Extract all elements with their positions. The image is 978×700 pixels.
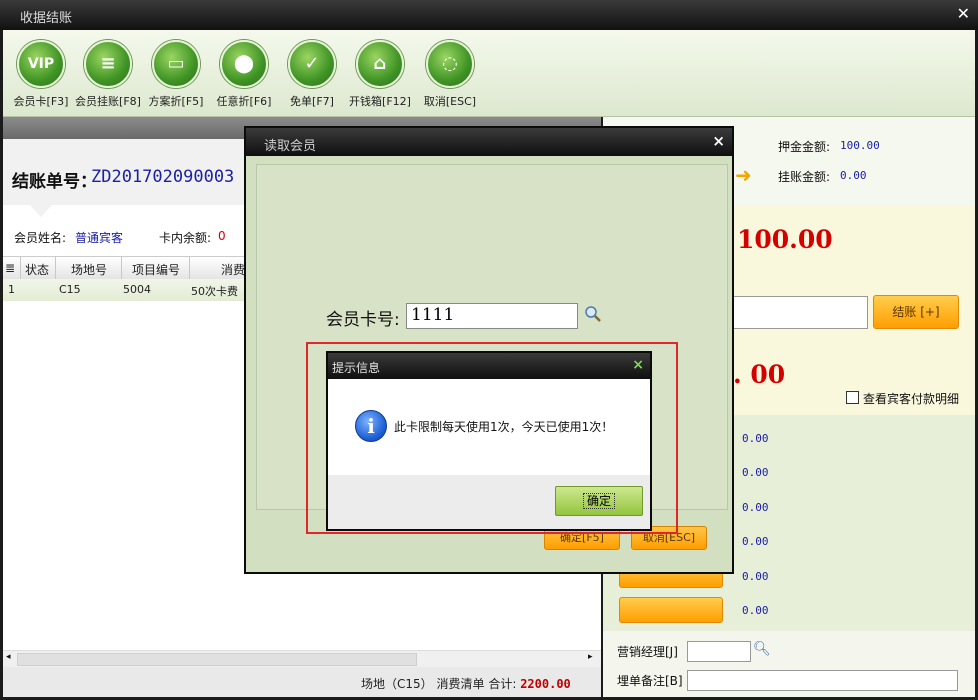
payment-value-3: 0.00 [742, 501, 769, 514]
read-member-close-icon[interactable]: × [712, 132, 725, 150]
sales-manager-input[interactable] [687, 641, 751, 662]
payment-value-2: 0.00 [742, 466, 769, 479]
footer-site: 场地（C15） [361, 677, 433, 691]
free-bill-label: 免单[F7] [290, 95, 334, 108]
payment-value-6: 0.00 [742, 604, 769, 617]
any-discount-label: 任意折[F6] [216, 95, 272, 108]
account-value: 0.00 [840, 169, 867, 182]
row-consume: 50次卡费 [191, 285, 238, 298]
free-bill-button[interactable]: ✓ 免单[F7] [277, 40, 347, 109]
deposit-value: 100.00 [840, 139, 880, 152]
bill-number-label: 结账单号： [12, 172, 97, 192]
plan-discount-label: 方案折[F5] [148, 95, 204, 108]
footer-info: 场地（C15） 消费清单 合计: 2200.00 [361, 675, 571, 692]
vip-card-label: 会员卡[F3] [13, 95, 69, 108]
due-amount: 100.00 [737, 225, 833, 254]
message-box-body: i 此卡限制每天使用1次，今天已使用1次！ [328, 379, 650, 475]
bill-remark-input[interactable] [687, 670, 958, 691]
vip-card-button[interactable]: VIP 会员卡[F3] [6, 40, 76, 109]
cash-drawer-button[interactable]: ⌂ 开钱箱[F12] [345, 40, 415, 109]
read-member-title: 读取会员 [264, 139, 317, 154]
message-text: 此卡限制每天使用1次，今天已使用1次！ [394, 420, 614, 434]
window-close-icon[interactable]: ✕ [957, 4, 970, 23]
payment-value-4: 0.00 [742, 535, 769, 548]
message-ok-button[interactable]: 确定 [555, 486, 643, 516]
window-title: 收据结账 [20, 11, 73, 26]
message-box-close-icon[interactable]: × [632, 357, 644, 373]
bill-remark-label: 埋单备注[B] [617, 674, 683, 688]
footer-total-value: 2200.00 [520, 677, 571, 691]
vip-card-icon: VIP [17, 40, 65, 88]
cash-drawer-label: 开钱箱[F12] [349, 95, 411, 108]
grid-col-item-no[interactable]: 项目编号 [132, 261, 180, 278]
member-name-value: 普通宾客 [75, 231, 124, 245]
free-bill-icon: ✓ [288, 40, 336, 88]
row-site: C15 [59, 283, 81, 296]
grid-col-consume[interactable]: 消费 [221, 261, 245, 278]
horizontal-scrollbar[interactable]: ◂ ▸ [3, 650, 601, 667]
bill-number-value: ZD201702090003 [91, 167, 235, 187]
info-icon: i [355, 410, 387, 442]
window-titlebar: 收据结账 ✕ [0, 0, 978, 30]
plan-discount-button[interactable]: ▭ 方案折[F5] [141, 40, 211, 109]
cancel-label: 取消[ESC] [423, 95, 477, 108]
toolbar: VIP 会员卡[F3] ≡ 会员挂账[F8] ▭ 方案折[F5] ⬤ 任意折[F… [3, 30, 975, 117]
message-box: 提示信息 × i 此卡限制每天使用1次，今天已使用1次！ 确定 [326, 351, 652, 531]
cancel-button[interactable]: ◌ 取消[ESC] [415, 40, 485, 109]
payment-value-1: 0.00 [742, 432, 769, 445]
payment-value-5: 0.00 [742, 570, 769, 583]
any-discount-icon: ⬤ [220, 40, 268, 88]
sales-manager-label: 营销经理[J] [617, 645, 678, 659]
pay-amount-input[interactable] [733, 296, 868, 329]
row-index: 1 [8, 283, 15, 296]
footer-total-label: 合计: [488, 677, 517, 691]
message-ok-label: 确定 [582, 493, 615, 509]
any-discount-button[interactable]: ⬤ 任意折[F6] [209, 40, 279, 109]
cancel-icon: ◌ [426, 40, 474, 88]
grid-col-site[interactable]: 场地号 [71, 261, 107, 278]
plan-discount-icon: ▭ [152, 40, 200, 88]
checkout-button[interactable]: 结账 [+] [873, 295, 959, 329]
footer-list: 消费清单 [436, 677, 485, 691]
card-balance-label: 卡内余额: [159, 231, 212, 245]
deposit-label: 押金金额: [778, 140, 831, 154]
grid-col-status[interactable]: 状态 [25, 261, 49, 278]
row-item-no: 5004 [123, 283, 151, 296]
message-box-title: 提示信息 [332, 361, 381, 375]
scroll-right-icon[interactable]: ▸ [588, 652, 593, 662]
card-search-icon[interactable] [584, 305, 602, 323]
card-number-input[interactable]: 1111 [406, 303, 578, 329]
payment-method-button-6[interactable] [619, 597, 723, 623]
member-account-label: 会员挂账[F8] [75, 95, 141, 108]
read-member-titlebar: 读取会员 × [246, 128, 732, 156]
footer-bar: 场地（C15） 消费清单 合计: 2200.00 [3, 667, 601, 697]
message-box-footer: 确定 [328, 475, 650, 529]
member-name-label: 会员姓名: [14, 231, 67, 245]
arrow-right-icon: ➜ [735, 163, 752, 187]
grid-menu-icon[interactable]: ≣ [5, 261, 15, 275]
account-label: 挂账金额: [778, 170, 831, 184]
view-guest-payment-label: 查看宾客付款明细 [863, 392, 960, 406]
member-account-icon: ≡ [84, 40, 132, 88]
manager-search-icon[interactable]: 🔍︎ [753, 641, 771, 657]
card-number-label: 会员卡号: [326, 310, 400, 330]
view-guest-payment-checkbox[interactable] [846, 391, 859, 404]
scroll-left-icon[interactable]: ◂ [6, 652, 11, 662]
scroll-thumb[interactable] [17, 653, 417, 666]
change-amount: . 00 [733, 360, 786, 389]
message-box-titlebar: 提示信息 × [328, 353, 650, 379]
cash-drawer-icon: ⌂ [356, 40, 404, 88]
card-balance-value: 0 [218, 229, 226, 243]
member-account-button[interactable]: ≡ 会员挂账[F8] [73, 40, 143, 109]
bill-pointer [30, 205, 52, 217]
